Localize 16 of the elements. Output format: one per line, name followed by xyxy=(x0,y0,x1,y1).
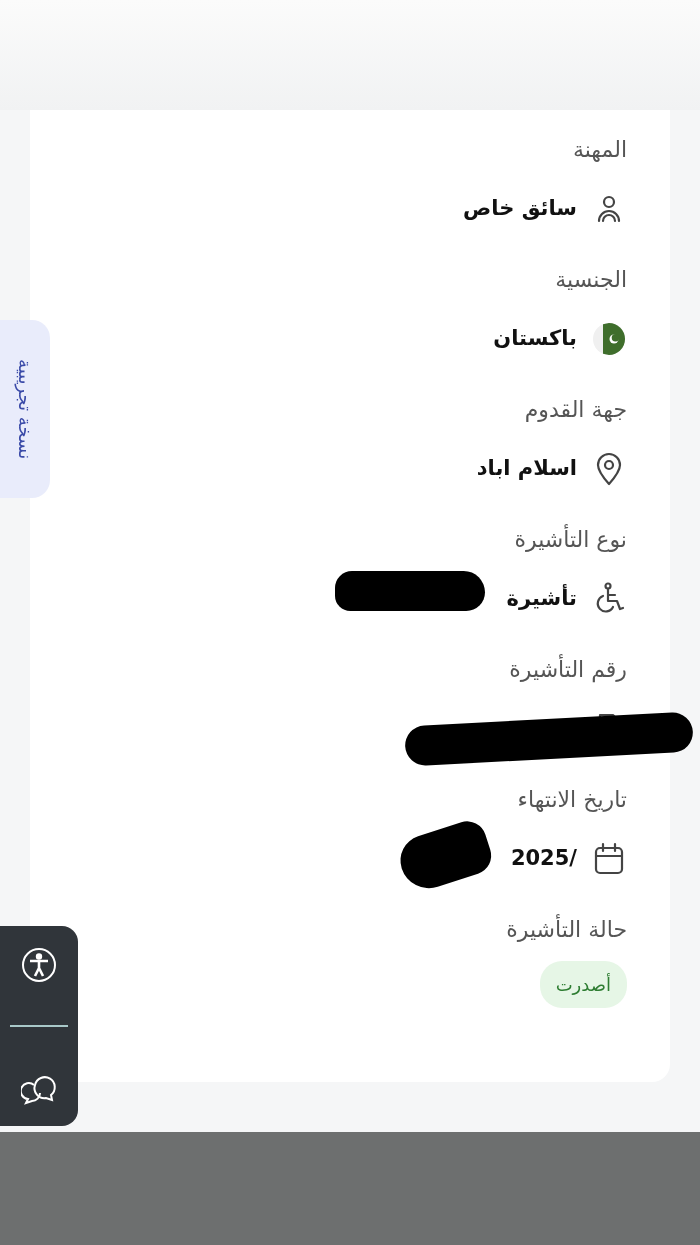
accessibility-icon[interactable] xyxy=(21,947,57,983)
field-value: سائق خاص xyxy=(463,194,577,222)
field-label: المهنة xyxy=(572,136,627,164)
field-label: الجنسية xyxy=(555,266,627,294)
field-label: حالة التأشيرة xyxy=(506,916,627,945)
field-label: جهة القدوم xyxy=(524,396,627,424)
field-label: نوع التأشيرة xyxy=(514,526,627,555)
field-label: تاريخ الانتهاء xyxy=(517,786,627,814)
field-value: /2025 xyxy=(510,844,577,872)
field-value: اسلام اباد xyxy=(476,454,577,482)
flag-icon xyxy=(591,320,627,357)
status-badge: أصدرت xyxy=(539,960,627,1008)
field-value: تأشيرة xyxy=(506,583,577,612)
side-tab[interactable]: نسخة تجريبية xyxy=(0,320,50,498)
field-label: رقم التأشيرة xyxy=(509,656,627,685)
field-value: باكستان xyxy=(493,324,577,352)
